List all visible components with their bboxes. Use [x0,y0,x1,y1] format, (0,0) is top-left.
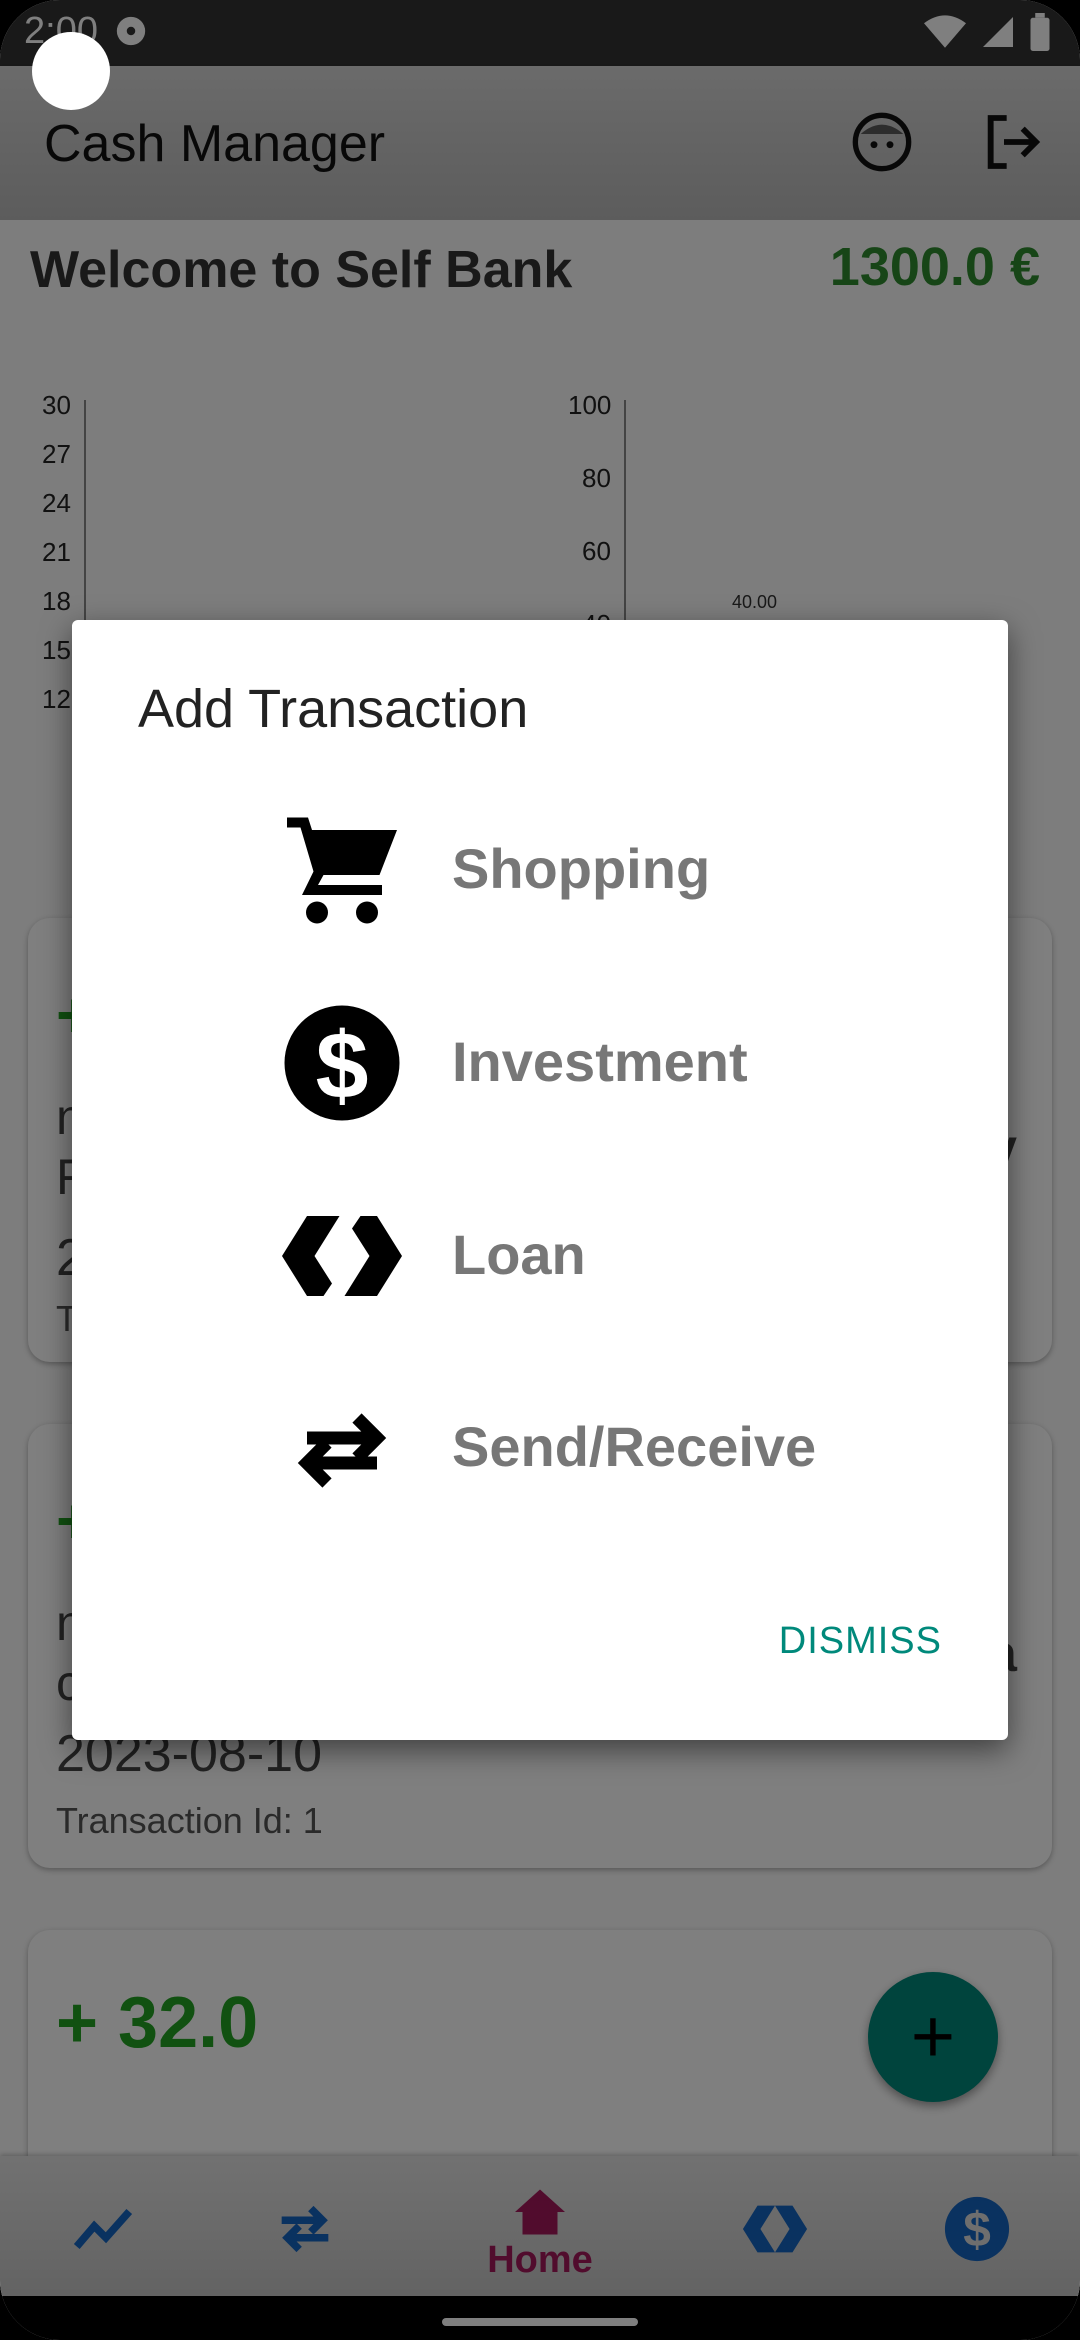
screen: 2:00 Cash Manager Welcome to Self Bank 1… [0,0,1080,2340]
add-transaction-dialog: Add Transaction Shopping $ Investment Lo… [72,620,1008,1740]
loan-icon [282,1216,402,1296]
dismiss-button[interactable]: DISMISS [779,1620,942,1663]
option-label: Loan [452,1223,586,1286]
option-investment[interactable]: $ Investment [282,993,962,1133]
screen-record-indicator [32,32,110,110]
swap-icon [297,1413,387,1488]
option-send-receive[interactable]: Send/Receive [282,1378,962,1518]
cart-icon [287,817,397,924]
option-label: Shopping [452,837,711,900]
option-shopping[interactable]: Shopping [282,800,962,940]
svg-text:$: $ [316,1013,369,1119]
dialog-title: Add Transaction [138,679,529,739]
option-loan[interactable]: Loan [282,1186,962,1326]
dollar-icon: $ [284,1005,400,1121]
option-label: Send/Receive [452,1415,817,1478]
option-label: Investment [452,1030,748,1093]
